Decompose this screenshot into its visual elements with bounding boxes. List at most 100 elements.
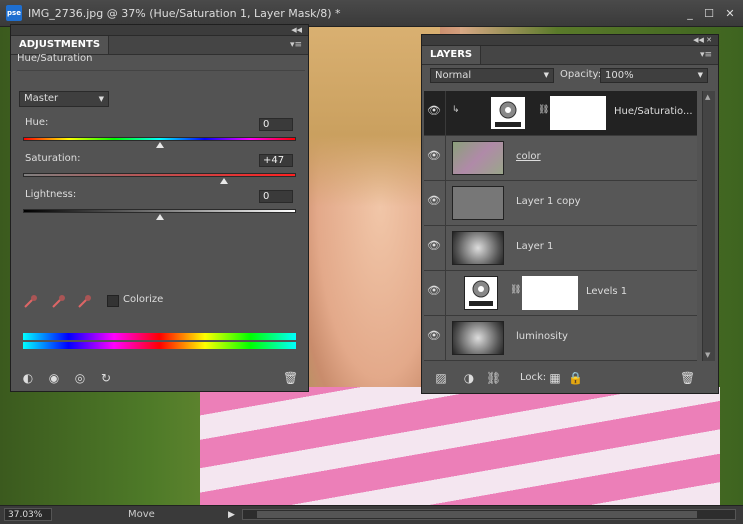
layer-thumbnail (452, 231, 504, 265)
scrollbar-thumb[interactable] (257, 511, 697, 518)
layer-row[interactable]: 👁 luminosity (424, 316, 697, 361)
hue-input[interactable]: 0 (259, 118, 293, 131)
layer-thumbnail (452, 186, 504, 220)
chevron-down-icon: ▼ (543, 71, 549, 79)
trash-icon[interactable]: 🗑 (680, 371, 695, 385)
layers-list: 👁 ↳ ⛓ Hue/Saturatio... 👁 color 👁 Layer 1… (422, 91, 702, 361)
link-icon[interactable]: ⛓ (538, 105, 549, 115)
view-previous-icon[interactable]: ◎ (73, 371, 87, 385)
layer-mask-thumbnail[interactable] (550, 96, 606, 130)
restore-button[interactable]: ☐ (703, 8, 715, 20)
adjustment-thumbnail (490, 96, 526, 130)
layer-name[interactable]: color (516, 151, 541, 162)
visibility-eye-icon[interactable]: ◉ (47, 371, 61, 385)
app-icon: pse (6, 5, 22, 21)
layer-name[interactable]: Levels 1 (586, 286, 627, 297)
eyedropper-icon[interactable] (23, 293, 39, 309)
input-color-bar (23, 333, 296, 340)
adjustment-layer-icon[interactable]: ◑ (462, 371, 476, 385)
adjustments-tab[interactable]: ADJUSTMENTS (11, 36, 110, 54)
lock-icon[interactable]: 🔒 (568, 371, 583, 385)
hue-slider-thumb[interactable] (155, 142, 164, 148)
layer-row[interactable]: 👁 ↳ ⛓ Hue/Saturatio... (424, 91, 697, 136)
visibility-eye-icon[interactable]: 👁 (427, 240, 441, 252)
layer-name[interactable]: Layer 1 copy (516, 196, 580, 207)
layer-row[interactable]: 👁 Layer 1 copy (424, 181, 697, 226)
layer-thumbnail (452, 321, 504, 355)
back-icon[interactable]: ◐ (21, 371, 35, 385)
photo-region (290, 27, 440, 207)
layer-name[interactable]: Hue/Saturatio... (614, 106, 693, 117)
status-menu-arrow-icon[interactable]: ▶ (228, 509, 238, 521)
adjustment-thumbnail (464, 276, 498, 310)
link-layers-icon[interactable]: ⛓ (486, 371, 501, 385)
channel-value: Master (24, 93, 59, 104)
visibility-eye-icon[interactable]: 👁 (427, 150, 441, 162)
minimize-button[interactable]: _ (684, 8, 696, 20)
layer-row[interactable]: 👁 ⛓ Levels 1 (424, 271, 697, 316)
saturation-label: Saturation: (25, 153, 81, 164)
layers-scrollbar[interactable]: ▲ ▼ (702, 91, 715, 361)
colorize-checkbox[interactable] (107, 295, 119, 307)
title-bar: pse IMG_2736.jpg @ 37% (Hue/Saturation 1… (0, 0, 743, 27)
scroll-down-icon[interactable]: ▼ (705, 351, 710, 359)
current-tool: Move (128, 509, 155, 520)
lightness-slider-track[interactable] (23, 209, 296, 213)
visibility-eye-icon[interactable]: 👁 (427, 195, 441, 207)
status-bar: 37.03% Move ▶ (0, 505, 743, 524)
visibility-eye-icon[interactable]: 👁 (427, 105, 441, 117)
document-title: IMG_2736.jpg @ 37% (Hue/Saturation 1, La… (28, 7, 341, 20)
chevron-down-icon: ▼ (98, 95, 104, 103)
clip-arrow-icon: ↳ (452, 105, 460, 115)
link-icon[interactable]: ⛓ (510, 285, 521, 295)
adjustment-name: Hue/Saturation (17, 53, 93, 64)
zoom-input[interactable]: 37.03% (4, 508, 52, 521)
layer-mask-thumbnail[interactable] (522, 276, 578, 310)
photo-region (200, 387, 720, 505)
lock-label: Lock: (520, 372, 547, 383)
close-button[interactable]: ✕ (724, 8, 736, 20)
collapse-icon[interactable]: ◀◀ (291, 25, 302, 35)
opacity-value: 100% (605, 70, 634, 81)
horizontal-scrollbar[interactable] (242, 509, 736, 520)
layer-row[interactable]: 👁 Layer 1 (424, 226, 697, 271)
eyedropper-add-icon[interactable] (51, 293, 67, 309)
lock-transparency-icon[interactable]: ▦ (548, 371, 562, 385)
lightness-label: Lightness: (25, 189, 77, 200)
layer-name[interactable]: luminosity (516, 331, 568, 342)
trash-icon[interactable]: 🗑 (283, 371, 298, 385)
scroll-up-icon[interactable]: ▲ (705, 93, 710, 101)
eyedropper-subtract-icon[interactable] (77, 293, 93, 309)
panel-menu-icon[interactable]: ▾≡ (290, 40, 302, 50)
saturation-input[interactable]: +47 (259, 154, 293, 167)
layer-thumbnail (452, 141, 504, 175)
output-color-bar (23, 342, 296, 349)
layer-row[interactable]: 👁 color (424, 136, 697, 181)
layer-name[interactable]: Layer 1 (516, 241, 553, 252)
adjustments-panel: ◀◀ ADJUSTMENTS ▾≡ Hue/Saturation Master … (10, 24, 309, 392)
blend-mode-select[interactable]: Normal ▼ (430, 68, 554, 83)
hue-label: Hue: (25, 117, 49, 128)
reset-icon[interactable]: ↻ (99, 371, 113, 385)
layers-panel: ◀◀ ✕ LAYERS ▾≡ Normal ▼ Opacity: 100% ▼ … (421, 34, 719, 394)
colorize-label: Colorize (123, 294, 164, 305)
hue-saturation-icon (495, 101, 521, 127)
chevron-down-icon: ▼ (697, 71, 703, 79)
channel-select[interactable]: Master ▼ (19, 91, 109, 107)
hue-slider-track[interactable] (23, 137, 296, 141)
visibility-eye-icon[interactable]: 👁 (427, 330, 441, 342)
new-layer-icon[interactable]: ▨ (434, 371, 448, 385)
lightness-slider-thumb[interactable] (155, 214, 164, 220)
saturation-slider-track[interactable] (23, 173, 296, 177)
visibility-eye-icon[interactable]: 👁 (427, 285, 441, 297)
divider (17, 70, 305, 71)
opacity-input[interactable]: 100% ▼ (600, 68, 708, 83)
layers-tab[interactable]: LAYERS (422, 46, 482, 64)
opacity-label: Opacity: (560, 69, 602, 80)
panel-menu-icon[interactable]: ▾≡ (700, 50, 712, 60)
collapse-icon[interactable]: ◀◀ ✕ (693, 35, 712, 45)
lightness-input[interactable]: 0 (259, 190, 293, 203)
levels-icon (469, 280, 493, 306)
blend-mode-value: Normal (435, 70, 472, 81)
saturation-slider-thumb[interactable] (219, 178, 228, 184)
